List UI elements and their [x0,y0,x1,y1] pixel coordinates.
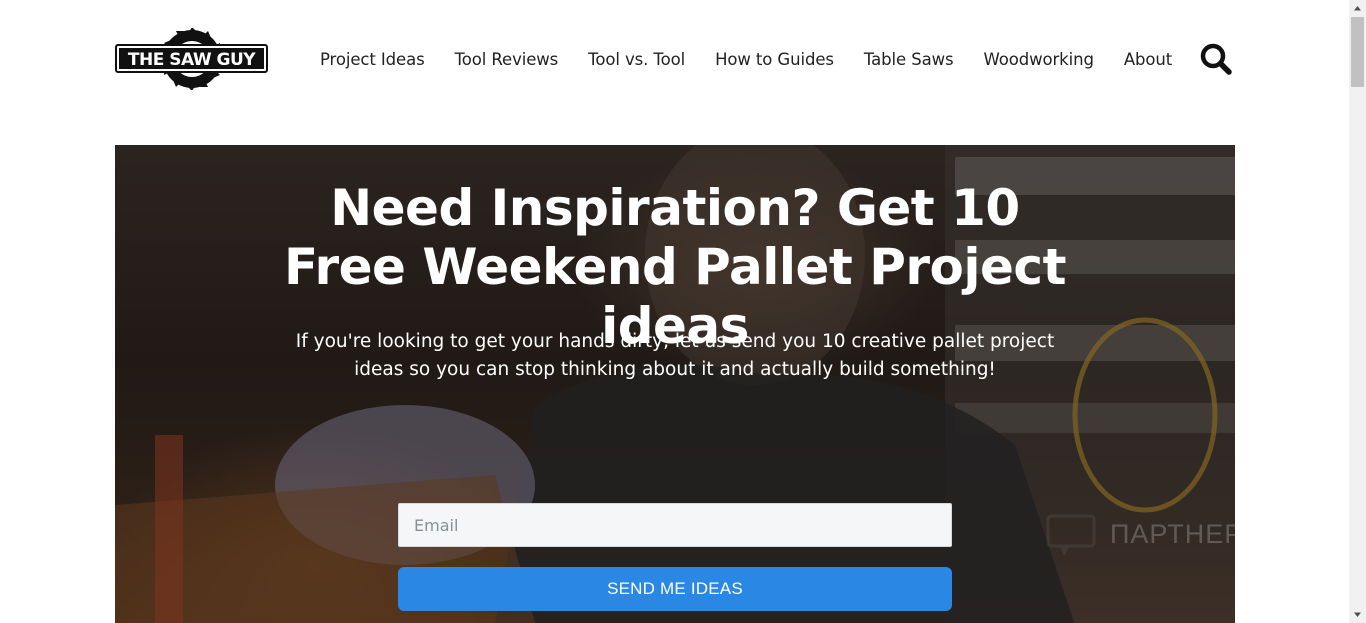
scrollbar-thumb[interactable] [1351,17,1364,87]
nav-item-project-ideas[interactable]: Project Ideas [320,50,425,69]
nav-item-tool-vs-tool[interactable]: Tool vs. Tool [588,50,685,69]
email-field[interactable] [398,503,952,547]
nav-item-tool-reviews[interactable]: Tool Reviews [455,50,559,69]
scroll-down-arrow-icon[interactable] [1349,606,1366,623]
nav-item-table-saws[interactable]: Table Saws [864,50,954,69]
site-header: THE SAW GUY Project Ideas Tool Reviews T… [0,0,1349,120]
nav-item-woodworking[interactable]: Woodworking [983,50,1093,69]
site-logo[interactable]: THE SAW GUY [115,27,268,91]
logo-text: THE SAW GUY [128,50,256,70]
main-nav: Project Ideas Tool Reviews Tool vs. Tool… [320,47,1172,71]
watermark-text: ПАРТНЕРКИН [1110,519,1301,549]
saw-blade-logo-icon: THE SAW GUY [115,27,268,91]
hero-subtitle: If you're looking to get your hands dirt… [295,331,1055,380]
search-button[interactable] [1199,42,1233,76]
page-scrollbar[interactable] [1349,0,1366,623]
search-icon [1200,43,1232,75]
nav-item-about[interactable]: About [1124,50,1172,69]
scroll-up-arrow-icon[interactable] [1349,0,1366,17]
send-me-ideas-button[interactable]: SEND ME IDEAS [398,567,952,611]
nav-item-how-to-guides[interactable]: How to Guides [715,50,834,69]
